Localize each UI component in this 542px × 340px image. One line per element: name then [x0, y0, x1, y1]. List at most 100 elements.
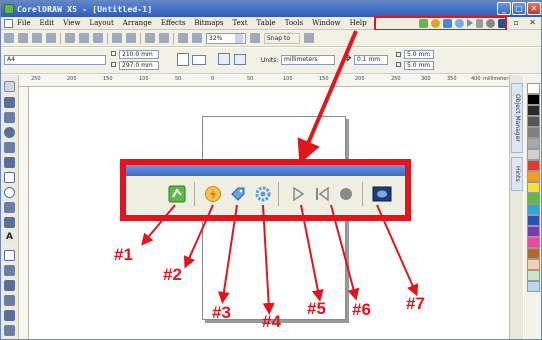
maximize-button[interactable]: □ — [512, 2, 526, 15]
start-button[interactable] — [166, 183, 188, 205]
dimension-tool-icon[interactable] — [4, 265, 15, 276]
snap-to-button[interactable]: Snap to — [264, 32, 300, 44]
menu-window[interactable]: Window — [312, 19, 341, 27]
color-swatch[interactable] — [527, 259, 540, 270]
color-swatch[interactable] — [527, 149, 540, 160]
export-icon[interactable] — [159, 33, 169, 43]
color-swatch[interactable] — [527, 281, 540, 292]
blend-tool-icon[interactable] — [4, 295, 15, 306]
freehand-tool-icon[interactable] — [4, 142, 15, 153]
text-tool-icon[interactable]: A — [4, 232, 15, 243]
portrait-icon[interactable] — [177, 53, 189, 66]
tag-button[interactable] — [227, 183, 249, 205]
zoom-value: 32% — [209, 34, 223, 42]
application-launcher-icon[interactable] — [178, 33, 188, 43]
menu-text[interactable]: Text — [232, 19, 247, 27]
color-swatch[interactable] — [527, 94, 540, 105]
document-icon[interactable] — [4, 18, 13, 28]
callout-6: #6 — [352, 300, 371, 319]
play-icon — [293, 186, 305, 202]
chevron-down-icon[interactable] — [235, 33, 243, 43]
color-swatch[interactable] — [527, 182, 540, 193]
crop-tool-icon[interactable] — [4, 112, 15, 123]
color-swatch[interactable] — [527, 248, 540, 259]
color-swatch[interactable] — [527, 171, 540, 182]
menu-table[interactable]: Table — [257, 19, 276, 27]
import-icon[interactable] — [145, 33, 155, 43]
page-height-field[interactable]: 297.0 mm — [119, 61, 159, 70]
new-icon[interactable] — [4, 33, 14, 43]
menu-file[interactable]: File — [17, 19, 30, 27]
color-swatch[interactable] — [527, 116, 540, 127]
color-swatch[interactable] — [527, 127, 540, 138]
color-swatch[interactable] — [527, 270, 540, 281]
menu-layout[interactable]: Layout — [89, 19, 113, 27]
rectangle-tool-icon[interactable] — [4, 172, 15, 183]
copy-icon[interactable] — [79, 33, 89, 43]
smart-fill-tool-icon[interactable] — [4, 157, 15, 168]
color-swatch[interactable] — [527, 237, 540, 248]
color-swatch[interactable] — [527, 226, 540, 237]
cut-icon[interactable] — [65, 33, 75, 43]
pick-tool-icon[interactable] — [4, 81, 15, 92]
horizontal-ruler: 250 200 150 100 50 0 50 100 150 200 250 … — [19, 75, 511, 87]
menu-effects[interactable]: Effects — [161, 19, 186, 27]
all-pages-icon[interactable] — [218, 53, 230, 65]
record-icon — [340, 188, 352, 200]
outline-tool-icon[interactable] — [4, 325, 15, 336]
window-title: CorelDRAW X5 - [Untitled-1] — [17, 4, 153, 14]
screen-button[interactable] — [371, 183, 393, 205]
gear-button[interactable] — [252, 183, 274, 205]
ruler-tick: 250 — [391, 76, 401, 82]
undo-icon[interactable] — [112, 33, 122, 43]
minimize-button[interactable]: _ — [497, 2, 511, 15]
menu-arrange[interactable]: Arrange — [123, 19, 152, 27]
color-swatch[interactable] — [527, 215, 540, 226]
lightning-button[interactable] — [202, 183, 224, 205]
ruler-tick: 50 — [175, 76, 182, 82]
landscape-icon[interactable] — [192, 55, 206, 65]
rewind-button[interactable] — [311, 183, 333, 205]
docker-tab-object-manager[interactable]: Object Manager — [511, 83, 523, 153]
play-button[interactable] — [287, 183, 309, 205]
basic-shapes-tool-icon[interactable] — [4, 217, 15, 228]
units-select[interactable]: millimeters — [281, 55, 335, 65]
polygon-tool-icon[interactable] — [4, 202, 15, 213]
page-width-field[interactable]: 210.0 mm — [119, 50, 159, 59]
paste-icon[interactable] — [93, 33, 103, 43]
color-swatch[interactable] — [527, 138, 540, 149]
nudge-distance-field[interactable]: 0.1 mm — [354, 55, 388, 65]
color-swatch[interactable] — [527, 204, 540, 215]
duplicate-y-icon — [396, 62, 401, 67]
duplicate-y-field[interactable]: 5.0 mm — [404, 61, 434, 70]
options-icon[interactable] — [304, 33, 314, 43]
color-swatch[interactable] — [527, 193, 540, 204]
color-swatch[interactable] — [527, 160, 540, 171]
current-page-icon[interactable] — [234, 54, 246, 65]
ellipse-tool-icon[interactable] — [4, 187, 15, 198]
shape-tool-icon[interactable] — [4, 97, 15, 108]
color-swatch[interactable] — [527, 105, 540, 116]
menu-bitmaps[interactable]: Bitmaps — [194, 19, 223, 27]
close-button[interactable]: ✕ — [527, 2, 541, 15]
menu-help[interactable]: Help — [350, 19, 367, 27]
menu-tools[interactable]: Tools — [285, 19, 303, 27]
redo-icon[interactable] — [126, 33, 136, 43]
eyedropper-tool-icon[interactable] — [4, 310, 15, 321]
docker-tab-hints[interactable]: Hints — [511, 157, 523, 191]
menu-view[interactable]: View — [63, 19, 80, 27]
duplicate-x-field[interactable]: 5.0 mm — [404, 50, 434, 59]
record-button[interactable] — [335, 183, 357, 205]
print-icon[interactable] — [46, 33, 56, 43]
no-color-swatch[interactable] — [527, 83, 540, 94]
page-size-select[interactable]: A4 — [4, 55, 106, 65]
welcome-screen-icon[interactable] — [192, 33, 202, 43]
connector-tool-icon[interactable] — [4, 280, 15, 291]
full-screen-preview-icon[interactable] — [250, 33, 260, 43]
open-icon[interactable] — [18, 33, 28, 43]
zoom-tool-icon[interactable] — [4, 127, 15, 138]
zoom-levels-combo[interactable]: 32% — [206, 32, 246, 44]
menu-edit[interactable]: Edit — [39, 19, 54, 27]
table-tool-icon[interactable] — [4, 250, 15, 261]
save-icon[interactable] — [32, 33, 42, 43]
